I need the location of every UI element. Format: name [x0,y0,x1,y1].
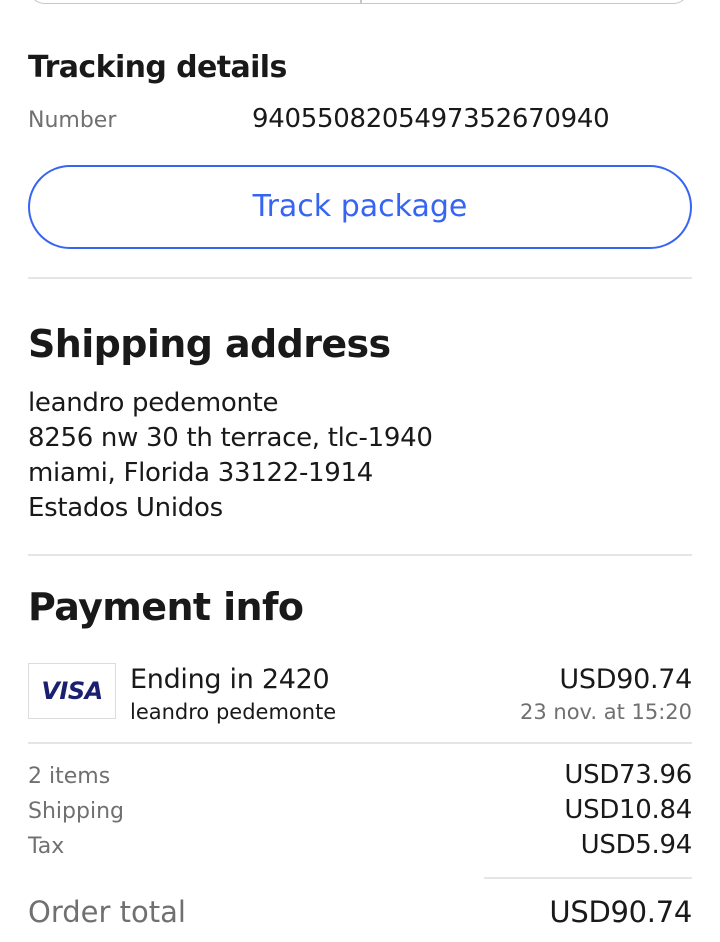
track-package-button[interactable]: Track package [28,165,692,249]
shipping-name: leandro pedemonte [28,388,279,418]
payment-date: 23 nov. at 15:20 [520,700,692,724]
visa-card-icon: VISA [28,663,116,719]
summary-tax-label: Tax [28,834,65,859]
tracking-details-title: Tracking details [28,50,287,85]
divider [28,554,692,556]
payment-amount: USD90.74 [559,664,692,695]
summary-shipping-value: USD10.84 [564,795,692,825]
order-total-label: Order total [28,895,186,929]
card-ending-text: Ending in 2420 [130,664,330,695]
divider [28,277,692,279]
tracking-number-value: 9405508205497352670940 [252,104,610,134]
visa-logo-text: VISA [41,677,103,705]
divider [28,742,692,744]
segmented-control-partial[interactable] [28,0,690,4]
payment-info-title: Payment info [28,585,304,629]
card-holder-name: leandro pedemonte [130,700,337,724]
tracking-number-label: Number [28,108,117,133]
shipping-country: Estados Unidos [28,493,223,523]
divider-short [484,877,692,879]
summary-tax-value: USD5.94 [580,830,693,860]
summary-items-label: 2 items [28,764,111,789]
summary-shipping-label: Shipping [28,799,124,824]
order-total-value: USD90.74 [549,895,692,929]
shipping-street: 8256 nw 30 th terrace, tlc-1940 [28,423,433,453]
segmented-divider [360,0,362,3]
shipping-city: miami, Florida 33122-1914 [28,458,374,488]
summary-items-value: USD73.96 [564,760,692,790]
shipping-address-title: Shipping address [28,322,391,366]
